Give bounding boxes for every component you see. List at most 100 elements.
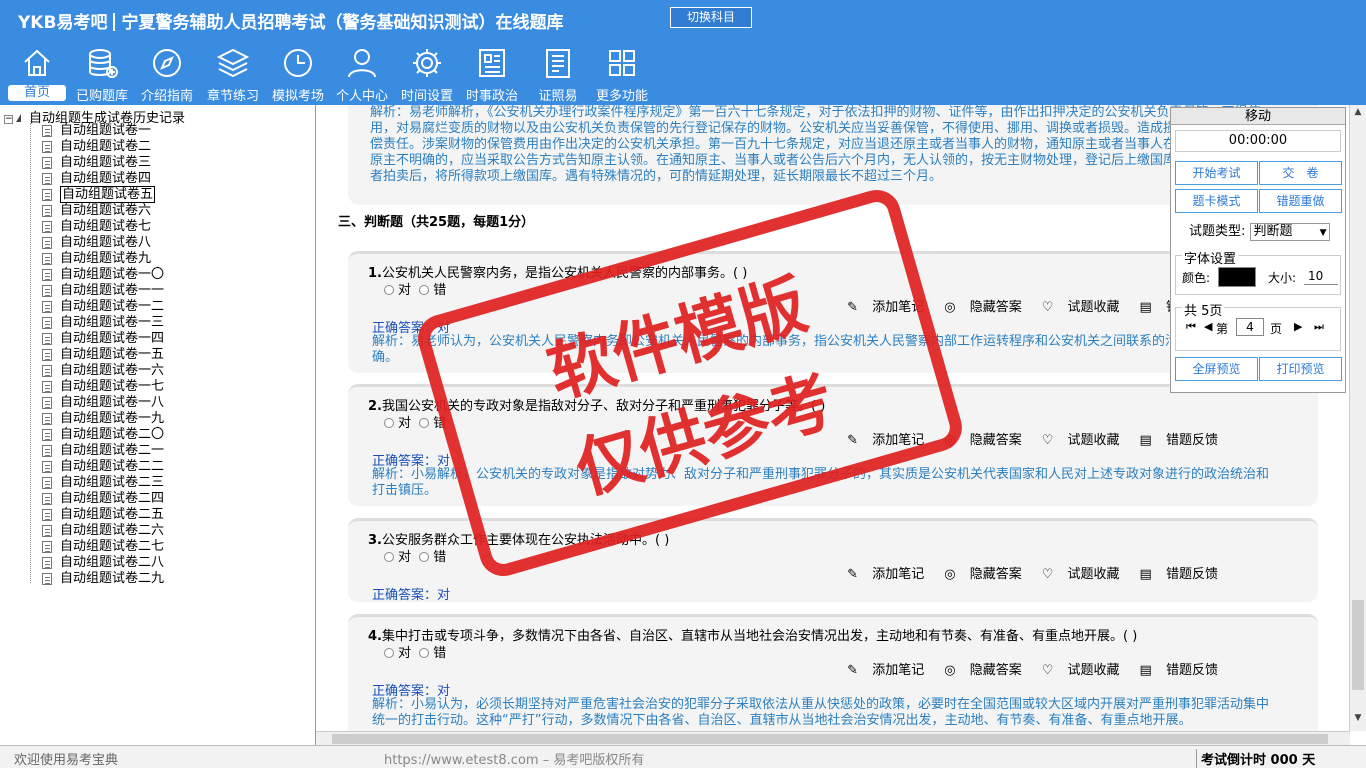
- tree-item[interactable]: 自动组题试卷八: [38, 235, 164, 251]
- favorite-button[interactable]: ♡ 试题收藏: [1032, 433, 1120, 448]
- card-mode-button[interactable]: 题卡模式: [1175, 189, 1258, 213]
- last-page-icon[interactable]: ⏭: [1314, 320, 1324, 334]
- tree-item[interactable]: 自动组题试卷九: [38, 251, 164, 267]
- start-exam-button[interactable]: 开始考试: [1175, 161, 1258, 185]
- radio-icon[interactable]: [384, 285, 394, 295]
- tree-root[interactable]: − 自动组题生成试卷历史记录: [4, 107, 185, 126]
- tree-item[interactable]: 自动组题试卷七: [38, 219, 164, 235]
- tree-item-label: 自动组题试卷二四: [60, 491, 165, 506]
- prev-page-icon[interactable]: ◀: [1204, 320, 1212, 333]
- hscroll-thumb[interactable]: [332, 734, 1328, 744]
- add-note-button[interactable]: ✎ 添加笔记: [837, 567, 924, 582]
- switch-subject-button[interactable]: 切换科目: [670, 7, 752, 28]
- panel-title[interactable]: 移动: [1171, 108, 1345, 125]
- tree-item[interactable]: 自动组题试卷二六: [38, 523, 164, 539]
- radio-icon[interactable]: [419, 285, 430, 295]
- document-icon: [42, 557, 52, 569]
- collapse-icon[interactable]: −: [4, 115, 13, 124]
- option-true[interactable]: 对: [384, 550, 411, 565]
- tree-item-label: 自动组题试卷一一: [60, 283, 165, 298]
- hide-answer-button[interactable]: ◎ 隐藏答案: [934, 300, 1022, 315]
- tree-item[interactable]: 自动组题试卷一三: [38, 315, 164, 331]
- option-false[interactable]: 错: [419, 283, 446, 298]
- tree-item[interactable]: 自动组题试卷一六: [38, 363, 164, 379]
- font-color-swatch[interactable]: [1218, 267, 1256, 287]
- tree-item[interactable]: 自动组题试卷三: [38, 155, 164, 171]
- radio-icon[interactable]: [419, 648, 430, 658]
- nav-guide[interactable]: 介绍指南: [135, 46, 199, 104]
- tree-item[interactable]: 自动组题试卷一一: [38, 283, 164, 299]
- tree-item[interactable]: 自动组题试卷一二: [38, 299, 164, 315]
- scroll-up-icon[interactable]: ▲: [1352, 107, 1364, 119]
- favorite-button[interactable]: ♡ 试题收藏: [1032, 300, 1120, 315]
- tree-item[interactable]: 自动组题试卷二二: [38, 459, 164, 475]
- redo-wrong-button[interactable]: 错题重做: [1259, 189, 1342, 213]
- tree-item[interactable]: 自动组题试卷二一: [38, 443, 164, 459]
- favorite-label: 试题收藏: [1067, 663, 1120, 678]
- tree-item[interactable]: 自动组题试卷二三: [38, 475, 164, 491]
- nav-time-settings[interactable]: 时间设置: [395, 46, 459, 104]
- tree-item[interactable]: 自动组题试卷二四: [38, 491, 164, 507]
- report-error-button[interactable]: ▤ 错题反馈: [1130, 567, 1218, 582]
- option-true[interactable]: 对: [384, 283, 411, 298]
- tree-item[interactable]: 自动组题试卷五: [38, 186, 164, 203]
- tree-item[interactable]: 自动组题试卷二九: [38, 571, 164, 587]
- tree-item[interactable]: 自动组题试卷一四: [38, 331, 164, 347]
- tree-item[interactable]: 自动组题试卷二〇: [38, 427, 164, 443]
- hide-answer-button[interactable]: ◎ 隐藏答案: [934, 567, 1022, 582]
- tree-item[interactable]: 自动组题试卷一: [38, 123, 164, 139]
- section-title: 三、判断题（共25题，每题1分）: [338, 215, 535, 230]
- font-size-input[interactable]: 10: [1304, 267, 1338, 285]
- tree-item-label: 自动组题试卷九: [60, 251, 152, 266]
- tree-item[interactable]: 自动组题试卷二五: [38, 507, 164, 523]
- radio-icon[interactable]: [419, 418, 430, 428]
- nav-certificate[interactable]: 证照易: [526, 46, 590, 104]
- option-false[interactable]: 错: [419, 550, 446, 565]
- print-preview-button[interactable]: 打印预览: [1259, 357, 1342, 381]
- submit-paper-button[interactable]: 交 卷: [1259, 161, 1342, 185]
- tree-item[interactable]: 自动组题试卷一九: [38, 411, 164, 427]
- radio-icon[interactable]: [384, 648, 394, 658]
- nav-chapter[interactable]: 章节练习: [201, 46, 265, 104]
- report-error-button[interactable]: ▤ 错题反馈: [1130, 433, 1218, 448]
- nav-home[interactable]: 首页: [6, 46, 68, 104]
- tree-item[interactable]: 自动组题试卷一八: [38, 395, 164, 411]
- option-true[interactable]: 对: [384, 416, 411, 431]
- radio-icon[interactable]: [384, 418, 394, 428]
- report-error-button[interactable]: ▤ 错题反馈: [1130, 663, 1218, 678]
- tree-item[interactable]: 自动组题试卷二: [38, 139, 164, 155]
- nav-mock-exam[interactable]: 模拟考场: [266, 46, 330, 104]
- tree-item[interactable]: 自动组题试卷六: [38, 203, 164, 219]
- favorite-button[interactable]: ♡ 试题收藏: [1032, 663, 1120, 678]
- tree-item[interactable]: 自动组题试卷一七: [38, 379, 164, 395]
- fullscreen-preview-button[interactable]: 全屏预览: [1175, 357, 1258, 381]
- document-icon: [42, 413, 52, 425]
- option-false[interactable]: 错: [419, 646, 446, 661]
- tree-item[interactable]: 自动组题试卷一五: [38, 347, 164, 363]
- tree-item[interactable]: 自动组题试卷一〇: [38, 267, 164, 283]
- option-true[interactable]: 对: [384, 646, 411, 661]
- nav-user-center[interactable]: 个人中心: [330, 46, 394, 104]
- scroll-thumb[interactable]: [1352, 600, 1364, 690]
- tree-item[interactable]: 自动组题试卷二七: [38, 539, 164, 555]
- add-note-button[interactable]: ✎ 添加笔记: [837, 663, 924, 678]
- page-input[interactable]: 4: [1236, 318, 1264, 336]
- tree-item-label: 自动组题试卷一: [60, 123, 152, 138]
- status-copyright: https://www.etest8.com – 易考吧版权所有: [384, 753, 645, 768]
- nav-more[interactable]: 更多功能: [590, 46, 654, 104]
- nav-current-affairs[interactable]: 时事政治: [460, 46, 524, 104]
- nav-purchased[interactable]: 已购题库: [70, 46, 134, 104]
- next-page-icon[interactable]: ▶: [1294, 320, 1302, 333]
- nav-mock-exam-label: 模拟考场: [271, 89, 324, 104]
- radio-icon[interactable]: [419, 552, 430, 562]
- first-page-icon[interactable]: ⏮: [1186, 320, 1196, 334]
- vertical-scrollbar[interactable]: ▲ ▼: [1349, 105, 1366, 731]
- scroll-down-icon[interactable]: ▼: [1352, 713, 1364, 725]
- tree-item[interactable]: 自动组题试卷二八: [38, 555, 164, 571]
- horizontal-scrollbar[interactable]: [316, 731, 1350, 745]
- hide-answer-button[interactable]: ◎ 隐藏答案: [934, 663, 1022, 678]
- favorite-button[interactable]: ♡ 试题收藏: [1032, 567, 1120, 582]
- radio-icon[interactable]: [384, 552, 394, 562]
- question-type-select[interactable]: 判断题: [1249, 222, 1330, 241]
- tree-item[interactable]: 自动组题试卷四: [38, 171, 164, 187]
